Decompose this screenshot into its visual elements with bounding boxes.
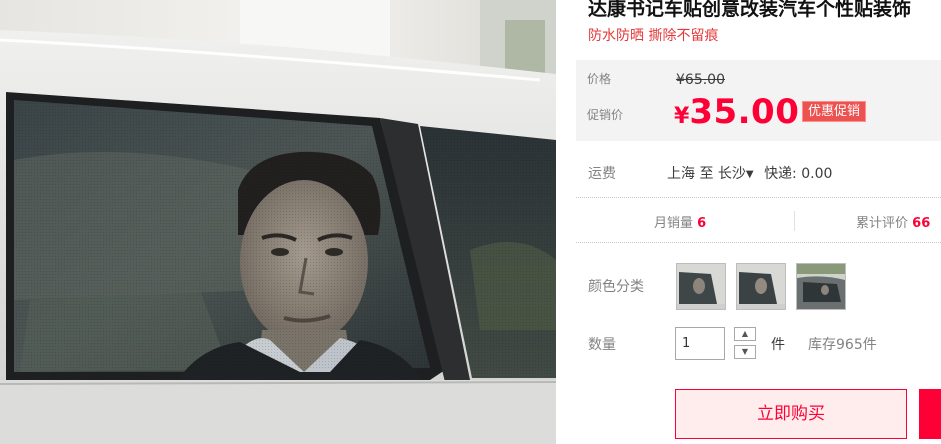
product-title: 达康书记车贴创意改装汽车个性贴装饰 [588,0,912,20]
ship-to-word: 至 [699,166,714,182]
buy-now-button[interactable]: 立即购买 [675,389,907,439]
ship-to[interactable]: 长沙 [718,166,746,182]
divider [576,242,941,243]
currency-symbol: ¥ [674,104,690,129]
price-box: 价格 ¥65.00 促销价 ¥35.00 优惠促销 [576,60,941,141]
stats-divider [794,211,795,231]
swatch-2-thumb [737,264,785,309]
monthly-sales-value: 6 [697,216,707,231]
shipping-info: 上海 至 长沙▼ 快递: 0.00 [667,163,832,183]
shipping-label: 运费 [588,166,616,182]
quantity-decrease-button[interactable]: ▼ [734,345,756,359]
chevron-down-icon[interactable]: ▼ [742,347,748,356]
quantity-input[interactable]: 1 [675,327,725,360]
reviews-label[interactable]: 累计评价 [856,216,908,231]
swatch-1-thumb [677,264,725,309]
ship-method: 快递: 0.00 [764,166,833,182]
color-option-1[interactable] [676,263,726,310]
stock-info: 库存965件 [808,337,877,353]
original-price-label: 价格 [587,72,612,86]
ship-destination-select[interactable]: 长沙▼ [718,166,760,182]
product-subtitle: 防水防晒 撕除不留痕 [588,28,719,44]
swatch-3-thumb [797,264,845,309]
product-main-image[interactable] [0,0,556,444]
color-option-2[interactable] [736,263,786,310]
quantity-unit: 件 [771,337,785,353]
promo-price-label: 促销价 [587,108,624,122]
chevron-up-icon[interactable]: ▲ [742,329,748,338]
color-option-3[interactable] [796,263,846,310]
original-price: ¥65.00 [676,72,725,88]
cumulative-reviews[interactable]: 累计评价 66 [856,212,930,231]
color-label: 颜色分类 [588,279,644,295]
ship-from: 上海 [667,166,695,182]
quantity-increase-button[interactable]: ▲ [734,327,756,341]
car-window-photo [0,0,556,444]
promo-price-value: 35.00 [689,92,800,132]
promo-badge: 优惠促销 [802,101,867,122]
product-info-panel: 达康书记车贴创意改装汽车个性贴装饰 防水防晒 撕除不留痕 价格 ¥65.00 促… [576,0,941,444]
reviews-value[interactable]: 66 [912,216,930,231]
chevron-down-icon[interactable]: ▼ [746,169,754,180]
monthly-sales: 月销量 6 [654,212,706,231]
promo-price: ¥35.00 [674,92,799,132]
quantity-label: 数量 [588,337,616,353]
add-to-cart-button[interactable] [919,389,941,439]
divider [576,197,941,198]
monthly-sales-label: 月销量 [654,216,694,231]
